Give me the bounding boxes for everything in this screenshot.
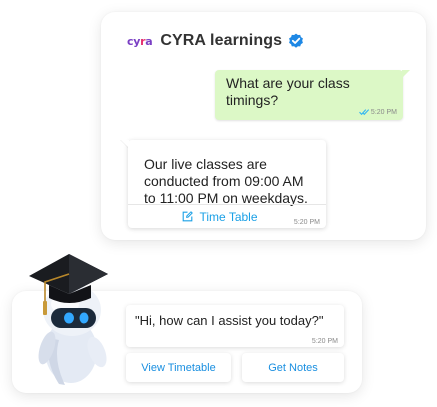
brand-name: CYRA learnings <box>160 32 283 49</box>
get-notes-button[interactable]: Get Notes <box>242 353 344 382</box>
incoming-message-time: 5:20 PM <box>293 219 320 226</box>
outgoing-message-text: What are your class timings? <box>226 75 350 108</box>
outgoing-message-meta: 5:20 PM <box>359 108 397 116</box>
greeting-message: "Hi, how can I assist you today?" 5:20 P… <box>126 305 344 347</box>
incoming-message: Our live classes are conducted from 09:0… <box>128 140 326 228</box>
outgoing-message-time: 5:20 PM <box>370 108 397 116</box>
chat-card: cyra CYRA learnings What are your class … <box>101 12 426 240</box>
brand-logo: cyra <box>127 34 153 48</box>
view-timetable-button[interactable]: View Timetable <box>126 353 231 382</box>
verified-badge-icon <box>289 33 303 48</box>
double-check-icon <box>359 109 370 116</box>
greeting-message-text: "Hi, how can I assist you today?" <box>135 313 324 328</box>
outgoing-message: What are your class timings? 5:20 PM <box>215 70 410 120</box>
greeting-message-time: 5:20 PM <box>311 338 338 345</box>
edit-icon <box>183 211 194 222</box>
chat-header: cyra CYRA learnings <box>127 30 304 52</box>
robot-graduate-mascot-icon <box>29 254 108 385</box>
time-table-label: Time Table <box>199 209 258 224</box>
incoming-message-text: Our live classes are conducted from 09:0… <box>144 156 308 206</box>
